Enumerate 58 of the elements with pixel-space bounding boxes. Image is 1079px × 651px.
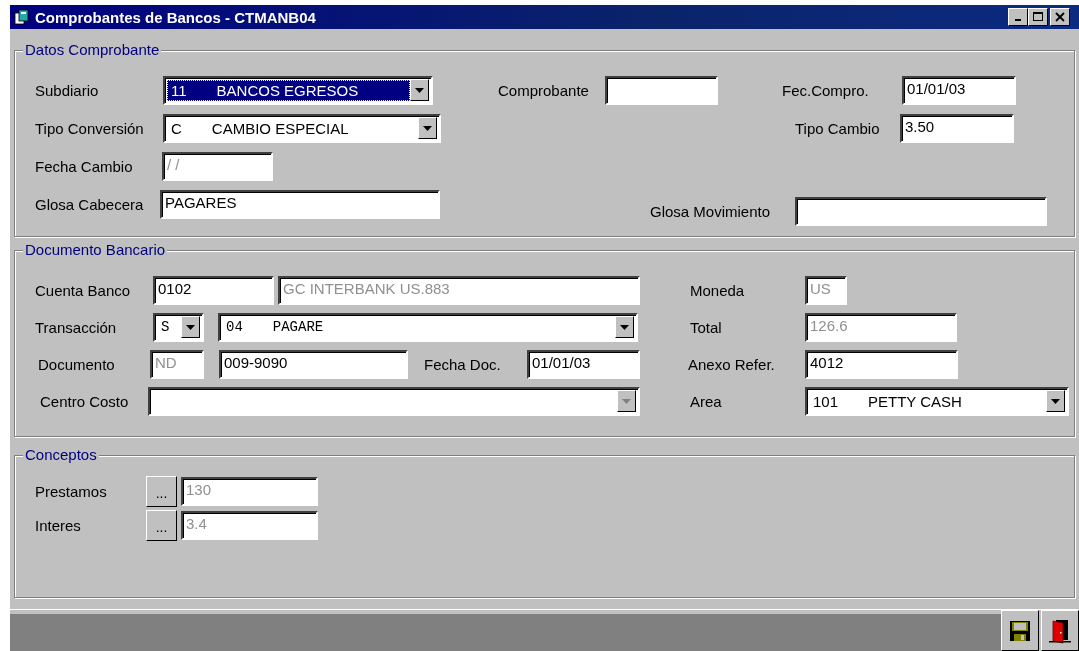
dropdown[interactable]: 04 PAGARE [218,312,638,342]
dropdown-button[interactable] [418,117,437,139]
field-label: Tipo Cambio [795,119,881,137]
caret-icon [1051,398,1060,404]
text-field[interactable] [795,196,1047,226]
field-label: Tipo Conversión [35,119,145,137]
field-label: Cuenta Banco [35,281,132,299]
minimize-icon [1015,19,1021,21]
dropdown[interactable]: 11 BANCOS EGRESOS [163,75,433,105]
field-label: Fecha Cambio [35,157,134,175]
close-button[interactable] [1050,8,1070,26]
field-label: Total [690,318,723,336]
field-label: Prestamos [35,482,108,500]
close-icon [1055,12,1065,22]
browse-button[interactable]: ... [146,475,177,507]
field-label: Fec.Compro. [782,81,870,99]
text-field[interactable]: 009-9090 [219,349,408,379]
dropdown-button[interactable] [1046,390,1065,412]
field-label: Documento [38,355,116,373]
books-icon [14,9,30,25]
text-field[interactable]: 01/01/03 [902,75,1016,105]
field-label: Interes [35,516,82,534]
caret-icon [415,87,424,93]
minimize-button[interactable] [1008,8,1028,26]
dropdown-button[interactable] [615,316,634,338]
field-label: Glosa Movimiento [650,202,772,220]
field-label: Subdiario [35,81,100,99]
dropdown-button[interactable] [410,79,429,101]
field-label: Centro Costo [40,392,130,410]
exit-button[interactable] [1041,610,1079,651]
text-field[interactable]: 01/01/03 [527,349,640,379]
field-label: Transacción [35,318,118,336]
door-icon [1047,617,1073,644]
text-field[interactable]: 4012 [805,349,958,379]
caret-icon [622,398,631,404]
dropdown[interactable]: C CAMBIO ESPECIAL [163,113,441,143]
dropdown[interactable]: S [153,312,204,342]
text-field[interactable]: 0102 [153,275,274,305]
text-field[interactable]: 3.50 [900,113,1014,143]
caret-icon [620,324,629,330]
field-label: Fecha Doc. [424,355,502,373]
browse-button[interactable]: ... [146,509,177,541]
maximize-icon [1033,12,1043,22]
save-button[interactable] [1001,610,1039,651]
caret-icon [423,125,432,131]
group-title: Datos Comprobante [23,41,162,59]
caret-icon [186,324,195,330]
field-label: Glosa Cabecera [35,195,145,213]
text-field[interactable] [605,75,718,105]
dropdown[interactable]: 101 PETTY CASH [805,386,1069,416]
window-title: Comprobantes de Bancos - CTMANB04 [35,8,316,26]
field-label: Area [690,392,723,410]
field-label: Comprobante [498,81,590,99]
dropdown-button[interactable] [181,316,200,338]
field-label: Moneda [690,281,746,299]
maximize-button[interactable] [1028,8,1048,26]
text-field[interactable]: PAGARES [160,189,440,219]
field-label: Anexo Refer. [688,355,776,373]
